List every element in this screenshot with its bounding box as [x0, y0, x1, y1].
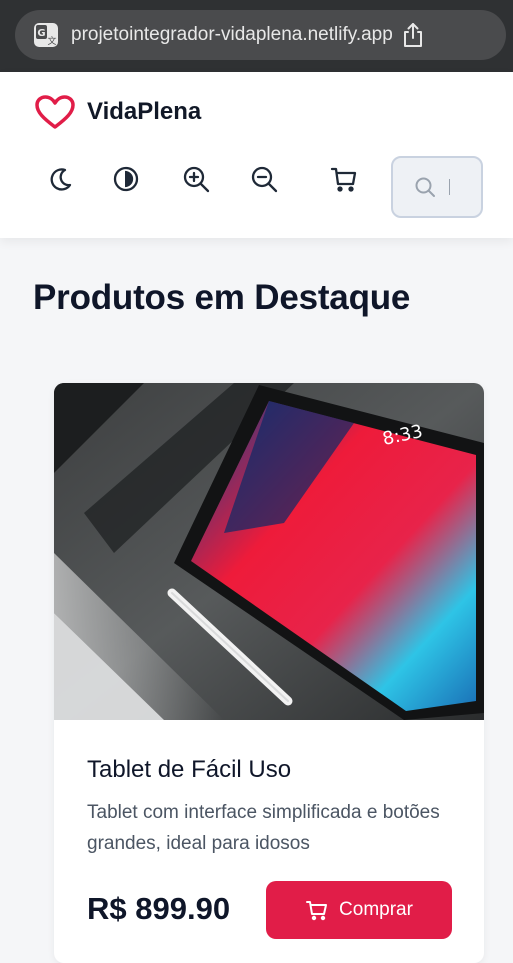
text-cursor: [449, 179, 450, 195]
brand-name: VidaPlena: [87, 98, 202, 125]
buy-button[interactable]: Comprar: [266, 881, 452, 939]
zoom-out-icon: [251, 166, 278, 193]
product-description: Tablet com interface simplificada e botõ…: [87, 802, 440, 854]
cart-button[interactable]: [327, 162, 361, 196]
heart-icon: [35, 95, 75, 129]
svg-text:G: G: [37, 28, 45, 39]
site-header: VidaPlena: [0, 72, 513, 238]
address-bar[interactable]: G 文 projetointegrador-vidaplena.netlify.…: [15, 10, 506, 60]
section-title: Produtos em Destaque: [33, 278, 411, 317]
buy-button-label: Comprar: [339, 899, 413, 920]
contrast-toggle-button[interactable]: [109, 162, 143, 196]
url-text[interactable]: projetointegrador-vidaplena.netlify.app: [71, 24, 393, 46]
theme-toggle-button[interactable]: [42, 162, 76, 196]
search-icon: [415, 177, 435, 197]
cart-icon: [306, 901, 328, 921]
cart-icon: [330, 167, 357, 192]
share-icon[interactable]: [401, 22, 425, 48]
zoom-out-button[interactable]: [247, 162, 281, 196]
product-price: R$ 899.90: [87, 891, 231, 926]
brand-logo[interactable]: VidaPlena: [34, 94, 201, 130]
product-name: Tablet de Fácil Uso: [87, 756, 292, 783]
search-input[interactable]: [391, 156, 483, 218]
zoom-in-button[interactable]: [179, 162, 213, 196]
contrast-icon: [113, 166, 139, 192]
svg-text:文: 文: [47, 35, 56, 47]
browser-bar: G 文 projetointegrador-vidaplena.netlify.…: [0, 0, 513, 72]
product-card[interactable]: 8:33 Tablet de Fácil Uso Tablet com inte…: [54, 383, 484, 963]
product-image[interactable]: 8:33: [54, 383, 484, 720]
zoom-in-icon: [183, 166, 210, 193]
translate-icon[interactable]: G 文: [33, 22, 59, 48]
moon-icon: [50, 168, 72, 191]
